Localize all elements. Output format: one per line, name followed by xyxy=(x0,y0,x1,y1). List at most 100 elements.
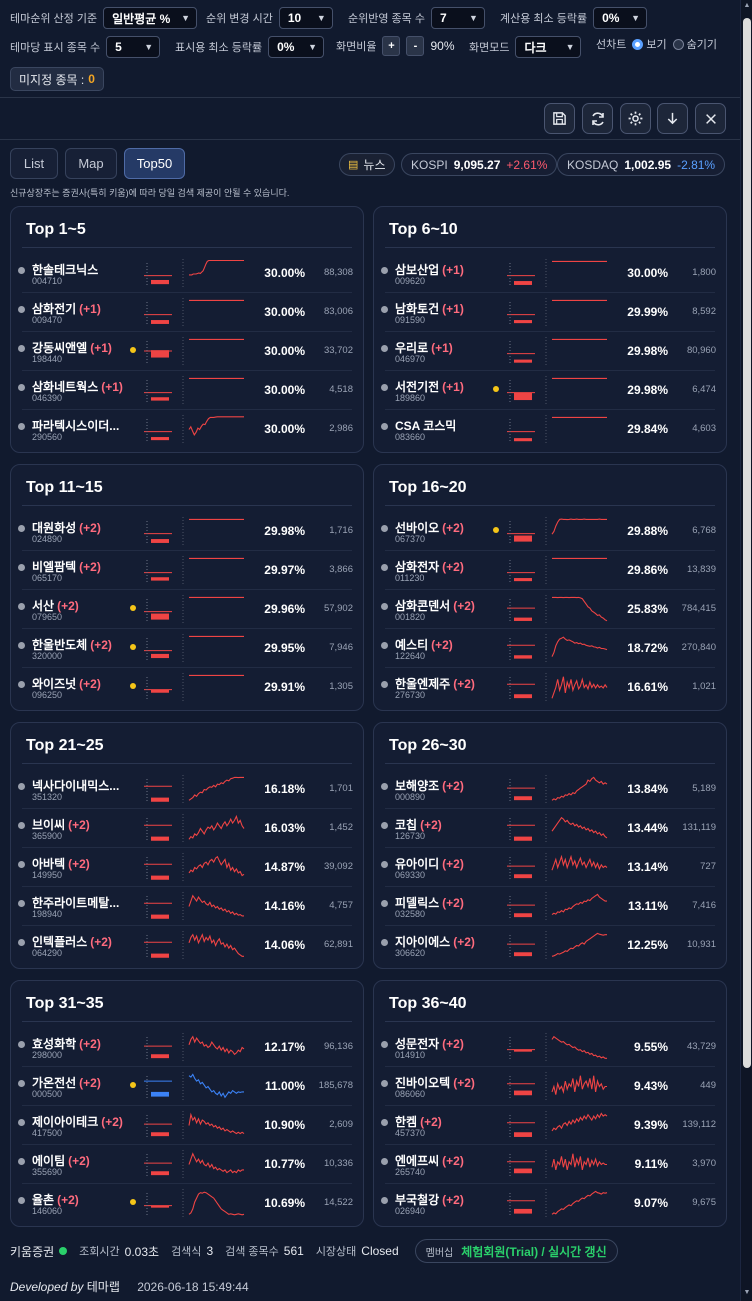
divider xyxy=(22,763,352,764)
settings-button[interactable] xyxy=(620,103,651,134)
stock-row[interactable]: 한울반도체 (+2) 320000 29.95% 7,946 xyxy=(11,629,363,668)
zoom-out-button[interactable]: - xyxy=(406,36,425,56)
stock-row[interactable]: 파라텍시스이더... 290560 30.00% 2,986 xyxy=(11,410,363,449)
stock-row[interactable]: 서전기전 (+1) 189860 29.98% 6,474 xyxy=(374,371,726,410)
rank-basis-label: 테마순위 산정 기준 xyxy=(10,13,98,25)
unranked-stocks-button[interactable]: 미지정 종목 : 0 xyxy=(10,67,104,91)
stock-row[interactable]: 부국철강 (+2) 026940 9.07% 9,675 xyxy=(374,1184,726,1223)
scroll-down-icon[interactable]: ▼ xyxy=(743,1289,751,1299)
stock-row[interactable]: 인텍플러스 (+2) 064290 14.06% 62,891 xyxy=(11,926,363,965)
chevron-down-icon: ▼ xyxy=(144,42,154,52)
divider xyxy=(0,97,740,98)
stock-row[interactable]: 브이씨 (+2) 365900 16.03% 1,452 xyxy=(11,809,363,848)
stock-row[interactable]: 대원화성 (+2) 024890 29.98% 1,716 xyxy=(11,512,363,551)
stock-row[interactable]: 코칩 (+2) 126730 13.44% 131,119 xyxy=(374,809,726,848)
tab-map[interactable]: Map xyxy=(65,148,117,179)
status-dot xyxy=(381,900,388,907)
unranked-label: 미지정 종목 : xyxy=(19,72,85,87)
stock-row[interactable]: 예스티 (+2) 122640 18.72% 270,840 xyxy=(374,629,726,668)
stock-row[interactable]: 에이팀 (+2) 355690 10.77% 10,336 xyxy=(11,1145,363,1184)
linechart-hide-radio[interactable] xyxy=(672,38,684,50)
status-dot xyxy=(381,1197,388,1204)
calc-min-rate-select[interactable]: 0% ▼ xyxy=(593,7,648,29)
stock-row[interactable]: 선바이오 (+2) 067370 29.88% 6,768 xyxy=(374,512,726,551)
display-min-rate-label: 표시용 최소 등락률 xyxy=(175,42,263,54)
rank-stock-count-setting: 순위반영 종목 수 7 ▼ xyxy=(348,7,485,29)
scrollbar[interactable]: ▲ ▼ xyxy=(740,0,752,1301)
stock-row[interactable]: 제이아이테크 (+2) 417500 10.90% 2,609 xyxy=(11,1106,363,1145)
linechart-hide-label[interactable]: 숨기기 xyxy=(687,36,717,52)
stock-row[interactable]: CSA 코스믹 083660 29.84% 4,603 xyxy=(374,410,726,449)
stock-row[interactable]: 피델릭스 (+2) 032580 13.11% 7,416 xyxy=(374,887,726,926)
stock-row[interactable]: 율촌 (+2) 146060 10.69% 14,522 xyxy=(11,1184,363,1223)
candle-body xyxy=(514,535,532,542)
rank-basis-select[interactable]: 일반평균 % ▼ xyxy=(103,7,198,29)
stock-row[interactable]: 강동씨앤엘 (+1) 198440 30.00% 33,702 xyxy=(11,332,363,371)
trade-volume: 13,839 xyxy=(686,564,716,575)
price-line xyxy=(551,518,607,535)
display-min-rate-select[interactable]: 0% ▼ xyxy=(268,36,325,58)
tab-list[interactable]: List xyxy=(10,148,58,179)
zoom-in-button[interactable]: + xyxy=(382,36,401,56)
stock-row[interactable]: 한켐 (+2) 457370 9.39% 139,112 xyxy=(374,1106,726,1145)
stock-row[interactable]: 보해양조 (+2) 000890 13.84% 5,189 xyxy=(374,770,726,809)
change-percent: 9.43% xyxy=(633,1079,668,1093)
stock-code: 189860 xyxy=(395,393,426,403)
stock-row[interactable]: 삼화전자 (+2) 011230 29.86% 13,839 xyxy=(374,551,726,590)
price-line xyxy=(188,1191,245,1216)
rank-stock-count-label: 순위반영 종목 수 xyxy=(348,13,425,25)
rank-change: (+1) xyxy=(442,263,464,277)
trade-volume: 7,946 xyxy=(329,642,353,653)
tab-top50[interactable]: Top50 xyxy=(124,148,185,179)
scrollbar-thumb[interactable] xyxy=(743,18,751,1068)
refresh-button[interactable] xyxy=(582,103,613,134)
status-dot xyxy=(381,1080,388,1087)
stock-row[interactable]: 지아이에스 (+2) 306620 12.25% 10,931 xyxy=(374,926,726,965)
stock-row[interactable]: 한솔테크닉스 004710 30.00% 88,308 xyxy=(11,254,363,293)
candle-body xyxy=(151,914,169,919)
stock-row[interactable]: 한주라이트메탈... 198940 14.16% 4,757 xyxy=(11,887,363,926)
stock-row[interactable]: 진바이오텍 (+2) 086060 9.43% 449 xyxy=(374,1067,726,1106)
rank-change: (+2) xyxy=(442,1154,464,1168)
save-button[interactable] xyxy=(544,103,575,134)
stock-row[interactable]: 넥사다이내믹스... 351320 16.18% 1,701 xyxy=(11,770,363,809)
news-button[interactable]: ▤ 뉴스 xyxy=(339,153,395,176)
rank-change: (+1) xyxy=(90,341,112,355)
stock-row[interactable]: 서산 (+2) 079650 29.96% 57,902 xyxy=(11,590,363,629)
download-button[interactable] xyxy=(657,103,688,134)
rank-change-time-select[interactable]: 10 ▼ xyxy=(278,7,333,29)
rank-change: (+2) xyxy=(90,638,112,652)
close-button[interactable] xyxy=(695,103,726,134)
display-count-setting: 테마당 표시 종목 수 5 ▼ xyxy=(10,36,161,58)
rank-stock-count-select[interactable]: 7 ▼ xyxy=(430,7,485,29)
stock-row[interactable]: 삼화전기 (+1) 009470 30.00% 83,006 xyxy=(11,293,363,332)
stock-row[interactable]: 삼보산업 (+1) 009620 30.00% 1,800 xyxy=(374,254,726,293)
stock-row[interactable]: 우리로 (+1) 046970 29.98% 80,960 xyxy=(374,332,726,371)
status-dot xyxy=(18,900,25,907)
highlight-dot xyxy=(130,644,136,650)
stock-row[interactable]: 삼화콘덴서 (+2) 001820 25.83% 784,415 xyxy=(374,590,726,629)
stock-name-text: 제이아이테크 xyxy=(32,1115,99,1129)
stock-row[interactable]: 남화토건 (+1) 091590 29.99% 8,592 xyxy=(374,293,726,332)
divider xyxy=(0,139,740,140)
stock-row[interactable]: 가온전선 (+2) 000500 11.00% 185,678 xyxy=(11,1067,363,1106)
display-count-select[interactable]: 5 ▼ xyxy=(106,36,161,58)
price-line xyxy=(188,1035,245,1056)
linechart-show-radio[interactable] xyxy=(632,38,644,50)
stock-row[interactable]: 비엘팜텍 (+2) 065170 29.97% 3,866 xyxy=(11,551,363,590)
stock-name-text: 에이팀 xyxy=(32,1154,66,1168)
stock-row[interactable]: 삼화네트웍스 (+1) 046390 30.00% 4,518 xyxy=(11,371,363,410)
stock-code: 096250 xyxy=(32,690,63,700)
divider xyxy=(22,1021,352,1022)
stock-row[interactable]: 와이즈넛 (+2) 096250 29.91% 1,305 xyxy=(11,668,363,707)
mode-select[interactable]: 다크 ▼ xyxy=(515,36,582,58)
sparkline-chart xyxy=(507,814,608,842)
stock-row[interactable]: 한울엔제주 (+2) 276730 16.61% 1,021 xyxy=(374,668,726,707)
stock-row[interactable]: 엔에프씨 (+2) 265740 9.11% 3,970 xyxy=(374,1145,726,1184)
linechart-show-label[interactable]: 보기 xyxy=(646,36,666,52)
stock-row[interactable]: 성문전자 (+2) 014910 9.55% 43,729 xyxy=(374,1028,726,1067)
scroll-up-icon[interactable]: ▲ xyxy=(743,2,751,12)
stock-row[interactable]: 유아이디 (+2) 069330 13.14% 727 xyxy=(374,848,726,887)
stock-row[interactable]: 효성화학 (+2) 298000 12.17% 96,136 xyxy=(11,1028,363,1067)
stock-row[interactable]: 아바텍 (+2) 149950 14.87% 39,092 xyxy=(11,848,363,887)
